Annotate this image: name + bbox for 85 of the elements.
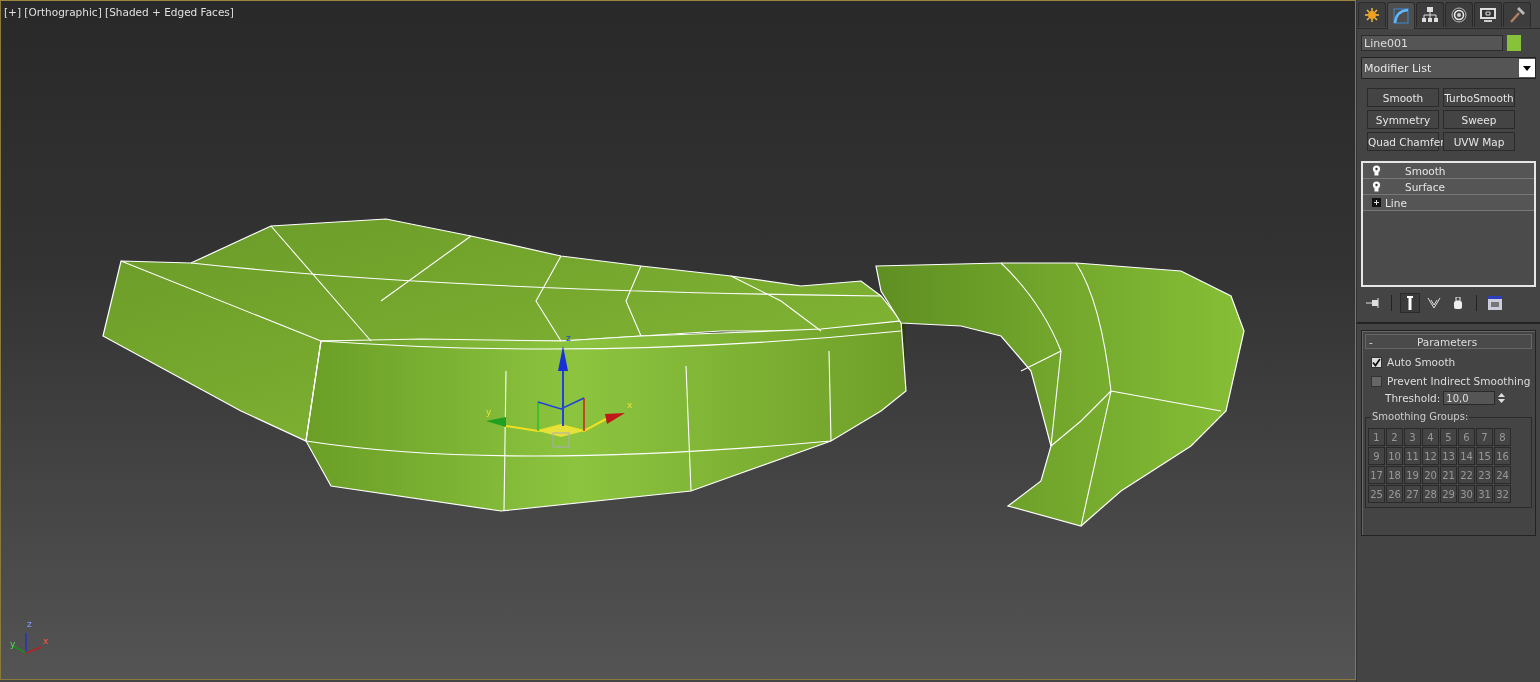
smoothing-group-button[interactable]: 4 xyxy=(1422,428,1439,446)
axis-label: z xyxy=(27,619,32,629)
smoothing-group-button[interactable]: 17 xyxy=(1368,466,1385,484)
monitor-icon xyxy=(1479,6,1497,24)
smoothing-group-button[interactable]: 15 xyxy=(1476,447,1493,465)
caret-icon xyxy=(1523,65,1531,71)
curve-icon xyxy=(1392,7,1410,25)
smoothing-group-button[interactable]: 20 xyxy=(1422,466,1439,484)
v-shape-icon xyxy=(1427,297,1441,309)
smoothing-group-button[interactable]: 8 xyxy=(1494,428,1511,446)
panel-tab[interactable] xyxy=(1416,2,1444,27)
stack-tool-button[interactable] xyxy=(1485,293,1505,313)
smoothing-group-button[interactable]: 31 xyxy=(1476,485,1493,503)
smoothing-group-button[interactable]: 5 xyxy=(1440,428,1457,446)
panel-tab[interactable] xyxy=(1358,2,1386,27)
smoothing-group-button[interactable]: 26 xyxy=(1386,485,1403,503)
target-icon xyxy=(1450,6,1468,24)
spinner[interactable] xyxy=(1498,392,1506,404)
modifier-list-dropdown[interactable]: Modifier List xyxy=(1361,57,1536,79)
smoothing-group-button[interactable]: 21 xyxy=(1440,466,1457,484)
smoothing-group-button[interactable]: 3 xyxy=(1404,428,1421,446)
stack-item[interactable]: Smooth xyxy=(1363,163,1534,179)
smoothing-group-button[interactable]: 28 xyxy=(1422,485,1439,503)
viewport[interactable]: [+] [Orthographic] [Shaded + Edged Faces] z y x z y x xyxy=(0,0,1356,680)
axis-label: x xyxy=(43,636,49,646)
smoothing-group-button[interactable]: 25 xyxy=(1368,485,1385,503)
pin-icon xyxy=(1366,298,1380,308)
smoothing-group-button[interactable]: 22 xyxy=(1458,466,1475,484)
smoothing-group-button[interactable]: 24 xyxy=(1494,466,1511,484)
transform-gizmo-drawing[interactable] xyxy=(486,346,625,448)
smoothing-group-button[interactable]: 18 xyxy=(1386,466,1403,484)
stack-tool-button[interactable] xyxy=(1400,293,1420,313)
object-color-swatch[interactable] xyxy=(1507,35,1521,51)
configure-icon xyxy=(1488,296,1502,310)
smoothing-group-button[interactable]: 1 xyxy=(1368,428,1385,446)
sun-icon xyxy=(1364,7,1380,23)
smoothing-group-button[interactable]: 27 xyxy=(1404,485,1421,503)
stack-item[interactable]: Line xyxy=(1363,195,1534,211)
smoothing-group-button[interactable]: 14 xyxy=(1458,447,1475,465)
smoothing-group-button[interactable]: 12 xyxy=(1422,447,1439,465)
rollout-header[interactable]: - Parameters xyxy=(1365,334,1532,349)
checkbox[interactable] xyxy=(1371,356,1382,368)
bar-icon xyxy=(1407,296,1413,310)
smoothing-group-button[interactable]: 30 xyxy=(1458,485,1475,503)
modifier-button[interactable]: Smooth xyxy=(1367,88,1439,107)
axis-label: z xyxy=(566,333,571,343)
modifier-button[interactable]: TurboSmooth xyxy=(1443,88,1515,107)
smoothing-group-button[interactable]: 7 xyxy=(1476,428,1493,446)
modifier-button[interactable]: Sweep xyxy=(1443,110,1515,129)
smoothing-group-button[interactable]: 6 xyxy=(1458,428,1475,446)
smoothing-group-button[interactable]: 32 xyxy=(1494,485,1511,503)
hierarchy-icon xyxy=(1421,6,1439,24)
smoothing-group-button[interactable]: 29 xyxy=(1440,485,1457,503)
axis-label: y xyxy=(10,639,16,649)
lightbulb-icon[interactable] xyxy=(1372,165,1381,176)
axis-label: x xyxy=(627,400,633,410)
expand-icon[interactable] xyxy=(1372,198,1381,207)
panel-tab[interactable] xyxy=(1387,2,1415,29)
smoothing-group-button[interactable]: 10 xyxy=(1386,447,1403,465)
hammer-icon xyxy=(1508,6,1526,24)
panel-tab[interactable] xyxy=(1474,2,1502,27)
threshold-field[interactable]: 10,0 xyxy=(1443,391,1496,405)
panel-tab[interactable] xyxy=(1445,2,1473,27)
viewport-label[interactable]: [+] [Orthographic] [Shaded + Edged Faces] xyxy=(4,6,234,18)
threshold-label: Threshold: xyxy=(1385,392,1441,404)
lightbulb-icon[interactable] xyxy=(1372,181,1381,192)
stack-item[interactable]: Surface xyxy=(1363,179,1534,195)
group-title: Smoothing Groups: xyxy=(1371,411,1470,422)
axis-label: y xyxy=(486,407,492,417)
smoothing-group-button[interactable]: 11 xyxy=(1404,447,1421,465)
smoothing-group-button[interactable]: 2 xyxy=(1386,428,1403,446)
smoothing-group-button[interactable]: 9 xyxy=(1368,447,1385,465)
object-name-field[interactable]: Line001 xyxy=(1361,35,1503,51)
checkbox-label: Prevent Indirect Smoothing xyxy=(1387,375,1531,387)
checkbox-label: Auto Smooth xyxy=(1387,356,1456,368)
panel-tab[interactable] xyxy=(1503,2,1531,27)
smoothing-group-button[interactable]: 23 xyxy=(1476,466,1493,484)
checkbox[interactable] xyxy=(1371,375,1382,387)
axis-tripod-icon xyxy=(12,632,42,654)
smoothing-group-button[interactable]: 19 xyxy=(1404,466,1421,484)
modifier-button[interactable]: UVW Map xyxy=(1443,132,1515,151)
smoothing-group-button[interactable]: 13 xyxy=(1440,447,1457,465)
can-icon xyxy=(1454,297,1462,309)
modifier-button[interactable]: Symmetry xyxy=(1367,110,1439,129)
smoothing-group-button[interactable]: 16 xyxy=(1494,447,1511,465)
